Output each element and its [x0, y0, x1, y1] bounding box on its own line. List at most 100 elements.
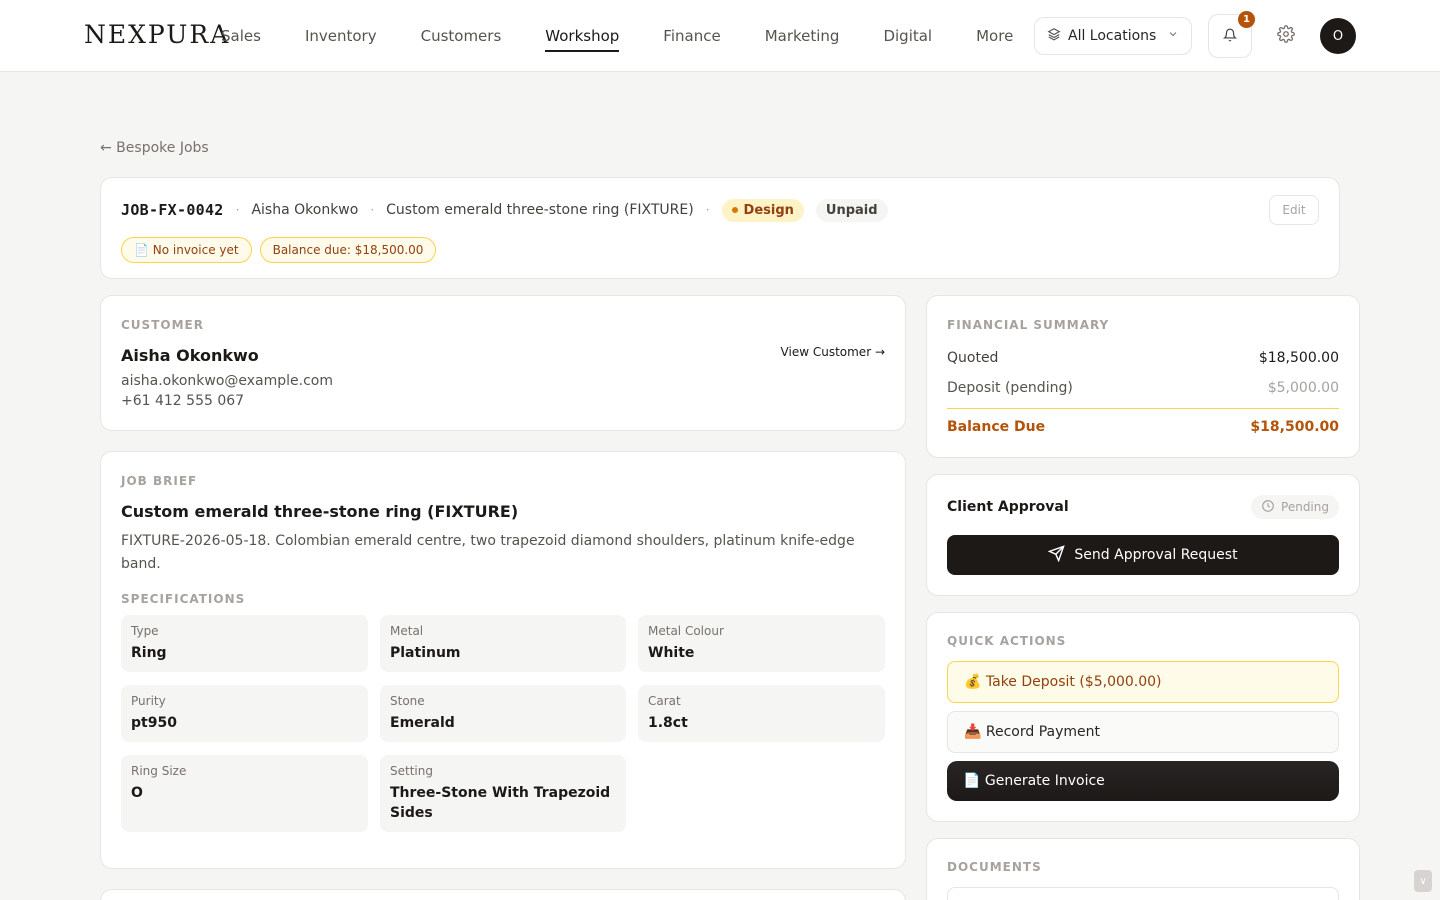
brief-description: FIXTURE-2026-05-18. Colombian emerald ce… [121, 533, 855, 572]
send-approval-request-button[interactable]: Send Approval Request [947, 535, 1339, 575]
spec-stone: Stone Emerald [380, 685, 626, 742]
job-summary-row: JOB-FX-0042 · Aisha Okonkwo · Custom eme… [121, 198, 888, 222]
job-brief-card: JOB BRIEF Custom emerald three-stone rin… [100, 451, 906, 869]
spec-purity: Purity pt950 [121, 685, 368, 742]
job-id: JOB-FX-0042 [121, 201, 224, 219]
quoted-row: Quoted $18,500.00 [947, 350, 1339, 366]
document-item[interactable] [947, 887, 1339, 900]
spec-value: Ring [131, 645, 167, 661]
divider [947, 408, 1339, 409]
customer-email: aisha.okonkwo@example.com [121, 373, 334, 389]
quick-actions-card: QUICK ACTIONS 💰 Take Deposit ($5,000.00)… [926, 612, 1360, 822]
separator-dot: · [370, 203, 375, 217]
spec-value: 1.8ct [648, 715, 688, 731]
send-approval-request-label: Send Approval Request [1074, 547, 1238, 563]
top-navigation-bar: NEXPURA Sales Inventory Customers Worksh… [0, 0, 1440, 72]
spec-value: Emerald [390, 715, 455, 731]
spec-value: White [648, 645, 695, 661]
deposit-row: Deposit (pending) $5,000.00 [947, 380, 1339, 396]
spec-label: Purity [131, 694, 166, 708]
nav-item-customers[interactable]: Customers [421, 25, 502, 47]
brand-logo[interactable]: NEXPURA [84, 20, 230, 49]
location-selector[interactable]: All Locations [1034, 17, 1192, 55]
balance-due-value: $18,500.00 [1250, 419, 1339, 435]
bell-icon [1222, 27, 1238, 46]
deposit-value: $5,000.00 [1267, 380, 1339, 396]
back-to-bespoke-jobs-link[interactable]: ← Bespoke Jobs [100, 140, 209, 156]
financial-summary-card: FINANCIAL SUMMARY Quoted $18,500.00 Depo… [926, 295, 1360, 458]
edit-job-button[interactable]: Edit [1269, 195, 1319, 225]
documents-label: DOCUMENTS [947, 860, 1042, 874]
spec-label: Metal Colour [648, 624, 724, 638]
clock-icon [1261, 499, 1275, 516]
nav-item-sales[interactable]: Sales [221, 25, 261, 47]
nav-item-digital[interactable]: Digital [883, 25, 932, 47]
customer-phone: +61 412 555 067 [121, 393, 245, 409]
gear-icon [1277, 25, 1295, 47]
generate-invoice-button[interactable]: 📄 Generate Invoice [947, 761, 1339, 801]
nav-item-workshop[interactable]: Workshop [545, 25, 620, 52]
user-avatar[interactable]: O [1320, 18, 1356, 54]
quoted-value: $18,500.00 [1258, 350, 1339, 366]
spec-label: Setting [390, 764, 433, 778]
spec-type: Type Ring [121, 615, 368, 672]
take-deposit-button[interactable]: 💰 Take Deposit ($5,000.00) [947, 661, 1339, 703]
spec-metal: Metal Platinum [380, 615, 626, 672]
nav-item-marketing[interactable]: Marketing [765, 25, 840, 47]
spec-value: Three-Stone With Trapezoid Sides [390, 785, 611, 821]
view-customer-link[interactable]: View Customer → [781, 345, 885, 359]
scroll-down-button[interactable]: ∨ [1414, 870, 1432, 892]
customer-card: CUSTOMER Aisha Okonkwo aisha.okonkwo@exa… [100, 295, 906, 431]
documents-card: DOCUMENTS [926, 838, 1360, 900]
job-tags: 📄 No invoice yet Balance due: $18,500.00 [121, 237, 437, 263]
spec-label: Stone [390, 694, 425, 708]
notification-count-badge: 1 [1238, 11, 1255, 28]
layers-icon [1047, 27, 1061, 45]
stage-badge: Design [721, 198, 804, 222]
nav-item-finance[interactable]: Finance [663, 25, 720, 47]
balance-due-label: Balance Due [947, 419, 1046, 435]
job-customer-name: Aisha Okonkwo [251, 202, 359, 218]
settings-button[interactable] [1274, 24, 1298, 48]
approval-status-label: Pending [1281, 500, 1329, 514]
spec-label: Metal [390, 624, 424, 638]
job-header-card: JOB-FX-0042 · Aisha Okonkwo · Custom eme… [100, 177, 1340, 279]
spec-value: pt950 [131, 715, 177, 731]
spec-ring-size: Ring Size O [121, 755, 368, 832]
job-title: Custom emerald three-stone ring (FIXTURE… [386, 202, 694, 218]
brief-title: Custom emerald three-stone ring (FIXTURE… [121, 502, 519, 521]
nav-item-more[interactable]: More [976, 25, 1013, 47]
approval-status-badge: Pending [1251, 495, 1339, 519]
spec-value: Platinum [390, 645, 461, 661]
spec-carat: Carat 1.8ct [638, 685, 885, 742]
send-icon [1047, 544, 1066, 566]
spec-label: Type [131, 624, 159, 638]
customer-section-label: CUSTOMER [121, 318, 204, 332]
quoted-label: Quoted [947, 350, 999, 366]
financial-summary-label: FINANCIAL SUMMARY [947, 318, 1110, 332]
spec-value: O [131, 785, 143, 801]
client-approval-title: Client Approval [947, 499, 1069, 515]
main-nav: Sales Inventory Customers Workshop Finan… [221, 0, 1013, 72]
notifications-button[interactable]: 1 [1208, 11, 1255, 58]
balance-due-tag: Balance due: $18,500.00 [259, 237, 437, 263]
spec-metal-colour: Metal Colour White [638, 615, 885, 672]
status-dot [731, 207, 738, 213]
spec-label: Carat [648, 694, 681, 708]
chevron-down-icon [1167, 28, 1179, 44]
client-approval-card: Client Approval Pending Send Approval Re… [926, 474, 1360, 596]
spec-label: Ring Size [131, 764, 187, 778]
record-payment-button[interactable]: 📥 Record Payment [947, 711, 1339, 753]
payment-status-badge: Unpaid [815, 198, 888, 222]
spec-setting: Setting Three-Stone With Trapezoid Sides [380, 755, 626, 832]
deposit-label: Deposit (pending) [947, 380, 1073, 396]
stage-label: Design [743, 202, 794, 218]
no-invoice-tag: 📄 No invoice yet [121, 237, 252, 263]
quick-actions-label: QUICK ACTIONS [947, 634, 1067, 648]
separator-dot: · [705, 203, 710, 217]
next-section-card [100, 889, 906, 900]
specifications-section-label: SPECIFICATIONS [121, 592, 246, 606]
customer-name: Aisha Okonkwo [121, 346, 259, 365]
chevron-down-icon: ∨ [1419, 875, 1427, 887]
nav-item-inventory[interactable]: Inventory [305, 25, 377, 47]
